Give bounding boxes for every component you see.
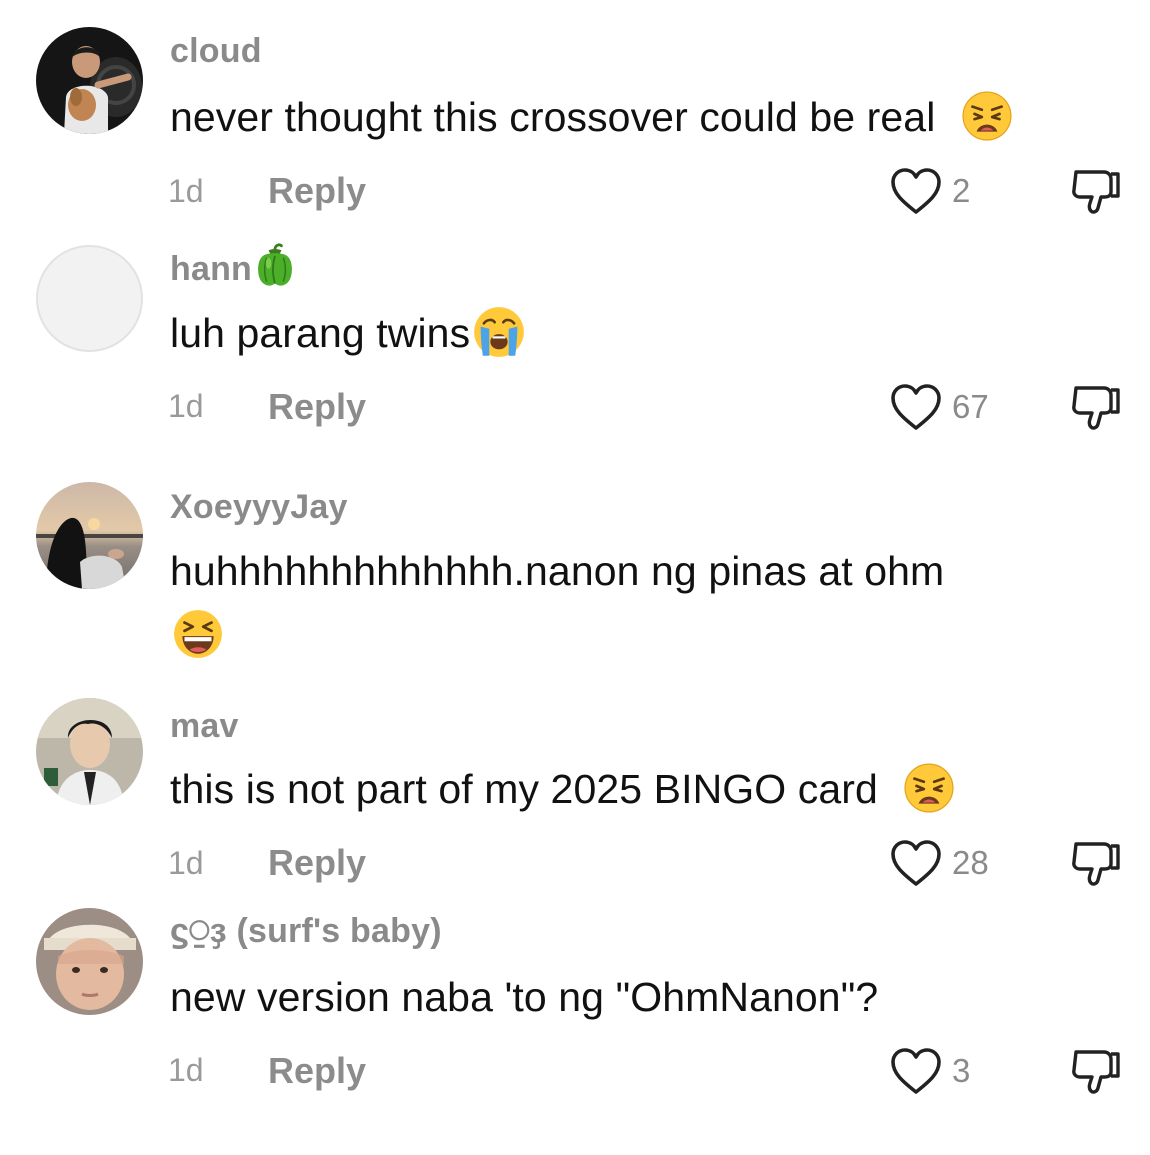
bell-pepper-icon (252, 242, 298, 290)
timestamp: 1d (168, 1052, 204, 1088)
username[interactable]: mav (170, 707, 239, 746)
reply-button[interactable]: Reply (268, 386, 366, 428)
like-button[interactable]: 3 (890, 1046, 970, 1096)
avatar[interactable] (36, 908, 143, 1015)
thumbs-down-icon[interactable] (1068, 1046, 1124, 1096)
comment-item: XoeyyyJay huhhhhhhhhhhhhh.nanon ng pinas… (0, 470, 1150, 690)
comment-text: luh parang twins (170, 310, 526, 359)
username[interactable]: XoeyyyJay (170, 488, 348, 527)
avatar[interactable] (36, 482, 143, 589)
thumbs-down-icon[interactable] (1068, 166, 1124, 216)
comment-text: this is not part of my 2025 BINGO card (170, 766, 955, 814)
avatar[interactable] (36, 27, 143, 134)
thumbs-down-icon[interactable] (1068, 382, 1124, 432)
username[interactable]: ϛ⍜ҙ (surf's baby) (170, 912, 442, 951)
reply-button[interactable]: Reply (268, 842, 366, 884)
heart-icon (890, 383, 942, 431)
comment-text: huhhhhhhhhhhhhh.nanon ng pinas at ohm (170, 548, 945, 594)
like-button[interactable]: 67 (890, 382, 989, 432)
grinning-squinting-face-icon (172, 608, 224, 660)
avatar[interactable] (36, 698, 143, 805)
comment-item: ϛ⍜ҙ (surf's baby) new version naba 'to n… (0, 900, 1150, 1155)
comment-text-content: luh parang twins (170, 310, 471, 356)
comment-text-content: this is not part of my 2025 BINGO card (170, 766, 878, 812)
loudly-crying-face-icon (472, 305, 526, 359)
avatar[interactable] (36, 245, 143, 352)
thumbs-down-icon[interactable] (1068, 838, 1124, 888)
comment-text-content: never thought this crossover could be re… (170, 94, 936, 140)
weary-face-icon (903, 762, 955, 814)
comment-item: cloud never thought this crossover could… (0, 0, 1150, 230)
like-count: 28 (952, 844, 989, 881)
like-button[interactable]: 2 (890, 166, 970, 216)
heart-icon (890, 1047, 942, 1095)
reply-button[interactable]: Reply (268, 1050, 366, 1092)
like-button[interactable]: 28 (890, 838, 989, 888)
reply-button[interactable]: Reply (268, 170, 366, 212)
username[interactable]: hann (170, 250, 298, 290)
like-count: 2 (952, 172, 971, 209)
comment-item: mav this is not part of my 2025 BINGO ca… (0, 690, 1150, 900)
heart-icon (890, 167, 942, 215)
comment-text: new version naba 'to ng "OhmNanon"? (170, 974, 879, 1020)
comment-item: hann luh parang twins 1d Reply 67 (0, 230, 1150, 470)
username-text: hann (170, 250, 253, 288)
weary-face-icon (961, 90, 1013, 142)
timestamp: 1d (168, 173, 204, 209)
timestamp: 1d (168, 845, 204, 881)
like-count: 67 (952, 388, 989, 425)
comment-text: never thought this crossover could be re… (170, 94, 1013, 142)
heart-icon (890, 839, 942, 887)
timestamp: 1d (168, 388, 204, 424)
like-count: 3 (952, 1052, 971, 1089)
username[interactable]: cloud (170, 32, 262, 71)
